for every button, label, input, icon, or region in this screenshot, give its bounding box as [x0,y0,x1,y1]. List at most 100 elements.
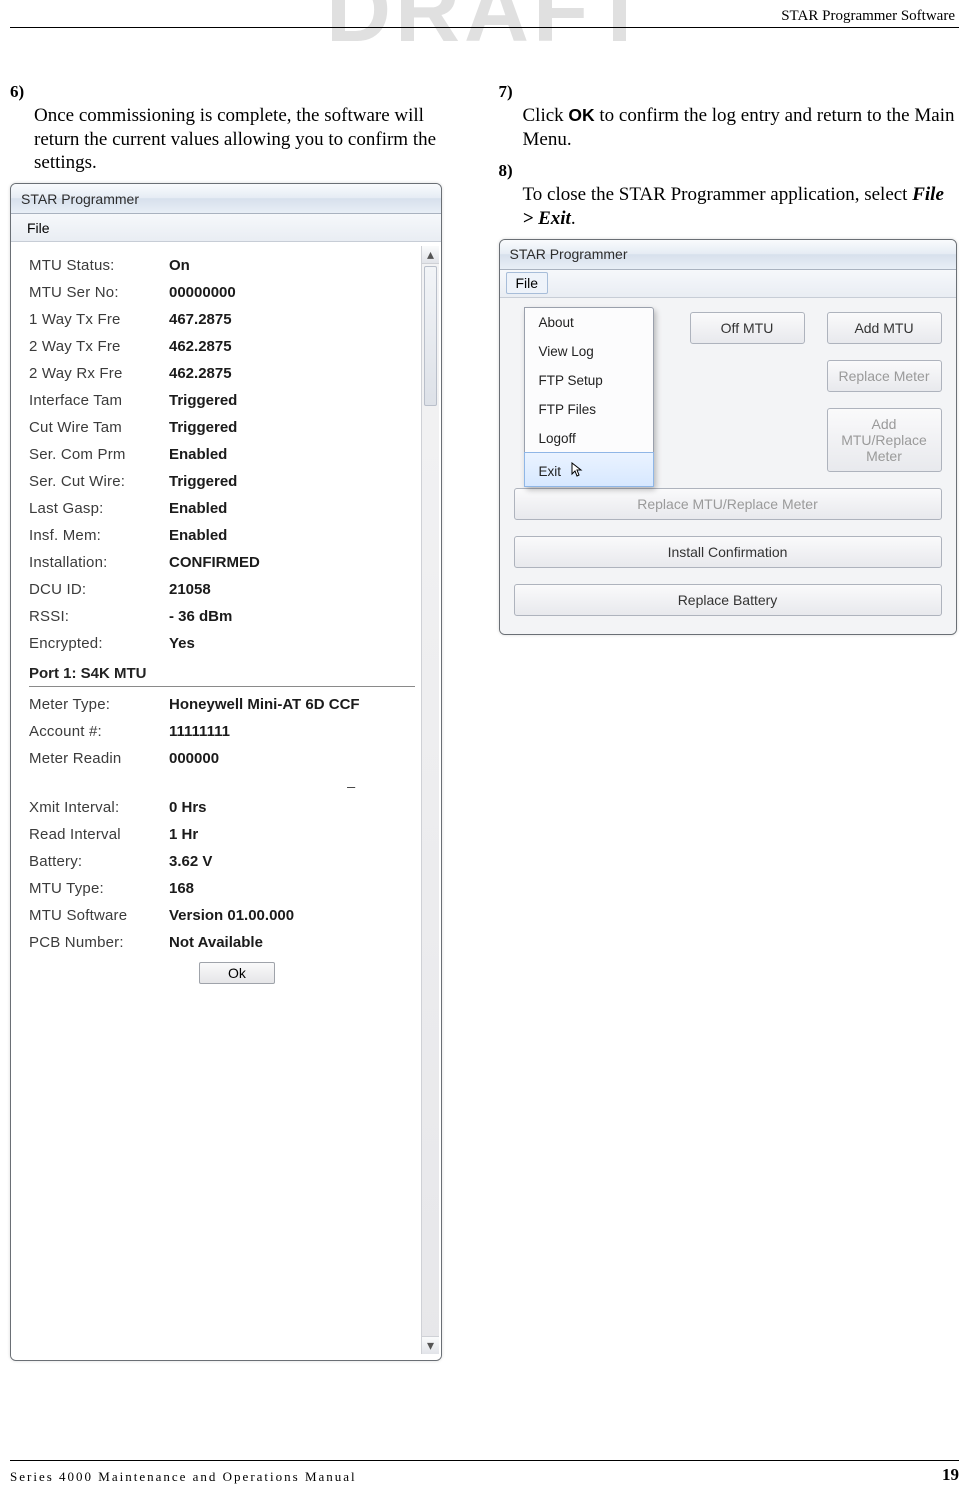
step-6-number: 6) [10,82,24,101]
status-row: Read Interval1 Hr [29,821,415,848]
status-label: Last Gasp: [29,500,169,517]
status-label: Interface Tam [29,392,169,409]
off-mtu-button[interactable]: Off MTU [690,312,805,344]
status-label: MTU Ser No: [29,284,169,301]
menu-item-ftp-files[interactable]: FTP Files [525,395,653,424]
scroll-down-button[interactable]: ▾ [422,1336,439,1354]
status-value: 11111111 [169,723,230,740]
status-row: Ser. Cut Wire:Triggered [29,468,415,495]
status-label: Ser. Com Prm [29,446,169,463]
status-label: Encrypted: [29,635,169,652]
step-8-number: 8) [499,161,513,180]
status-value: 000000 [169,750,219,767]
cursor-icon [571,462,585,481]
status-label: Ser. Cut Wire: [29,473,169,490]
add-mtu-button[interactable]: Add MTU [827,312,942,344]
replace-meter-button[interactable]: Replace Meter [827,360,942,392]
step-7-text-a: Click [523,105,569,126]
menu-item-ftp-setup[interactable]: FTP Setup [525,366,653,395]
status-label: Installation: [29,554,169,571]
status-row: Insf. Mem:Enabled [29,522,415,549]
status-value: On [169,257,190,274]
status-value: Enabled [169,527,227,544]
port-1-heading: Port 1: S4K MTU [29,657,415,687]
install-confirmation-button[interactable]: Install Confirmation [514,536,942,568]
separator-dash: _ [29,772,415,794]
menu-file-open[interactable]: File [506,272,549,294]
status-value: Triggered [169,419,237,436]
status-scroll-area: MTU Status:OnMTU Ser No:000000001 Way Tx… [11,246,439,1354]
status-row: Cut Wire TamTriggered [29,414,415,441]
status-row: MTU Ser No:00000000 [29,279,415,306]
status-row: Encrypted:Yes [29,630,415,657]
status-row: MTU Status:On [29,252,415,279]
add-mtu-replace-meter-button[interactable]: Add MTU/Replace Meter [827,408,942,472]
status-row: 1 Way Tx Fre467.2875 [29,306,415,333]
step-7: 7) Click OK to confirm the log entry and… [499,80,960,151]
status-row: MTU SoftwareVersion 01.00.000 [29,902,415,929]
status-row: Meter Readin000000 [29,745,415,772]
scroll-thumb[interactable] [424,266,437,406]
status-row: PCB Number:Not Available [29,929,415,956]
status-row: Last Gasp:Enabled [29,495,415,522]
menu-item-logoff[interactable]: Logoff [525,424,653,453]
status-row: Installation:CONFIRMED [29,549,415,576]
status-label: RSSI: [29,608,169,625]
step-8-text-a: To close the STAR Programmer application… [523,184,913,205]
window-title: STAR Programmer [510,246,628,262]
menu-bar[interactable]: File [500,270,956,298]
menu-file[interactable]: File [17,217,60,239]
status-label: Read Interval [29,826,169,843]
status-value: 00000000 [169,284,236,301]
status-value: Yes [169,635,195,652]
window-title: STAR Programmer [21,191,139,207]
menu-bar[interactable]: File [11,214,441,242]
page-header: STAR Programmer Software [10,8,959,28]
status-value: CONFIRMED [169,554,260,571]
menu-item-about[interactable]: About [525,308,653,337]
window-titlebar: STAR Programmer [11,184,441,214]
page-footer: Series 4000 Maintenance and Operations M… [10,1460,959,1485]
scroll-up-button[interactable]: ▴ [422,246,439,264]
status-label: Xmit Interval: [29,799,169,816]
step-6: 6) Once commissioning is complete, the s… [10,80,471,175]
replace-battery-button[interactable]: Replace Battery [514,584,942,616]
footer-page-number: 19 [942,1465,959,1485]
status-value: Version 01.00.000 [169,907,294,924]
status-label: PCB Number: [29,934,169,951]
status-label: MTU Status: [29,257,169,274]
status-value: 467.2875 [169,311,232,328]
step-6-text: Once commissioning is complete, the soft… [34,104,471,175]
status-value: Honeywell Mini-AT 6D CCF [169,696,360,713]
status-value: 168 [169,880,194,897]
menu-item-exit[interactable]: Exit [524,452,654,487]
status-row: RSSI:- 36 dBm [29,603,415,630]
status-row: 2 Way Rx Fre462.2875 [29,360,415,387]
status-label: 1 Way Tx Fre [29,311,169,328]
replace-mtu-replace-meter-button[interactable]: Replace MTU/Replace Meter [514,488,942,520]
ok-button[interactable]: Ok [199,962,275,984]
step-8: 8) To close the STAR Programmer applicat… [499,159,960,230]
window-titlebar: STAR Programmer [500,240,956,270]
step-7-number: 7) [499,82,513,101]
status-value: Not Available [169,934,263,951]
status-label: Battery: [29,853,169,870]
file-menu-dropdown[interactable]: About View Log FTP Setup FTP Files Logof… [524,307,654,487]
star-programmer-main-menu-window: STAR Programmer File About View Log FTP … [499,239,957,635]
step-7-ok: OK [568,105,594,125]
status-label: Meter Readin [29,750,169,767]
status-label: DCU ID: [29,581,169,598]
status-label: Meter Type: [29,696,169,713]
menu-item-view-log[interactable]: View Log [525,337,653,366]
status-row: Meter Type:Honeywell Mini-AT 6D CCF [29,691,415,718]
status-value: Triggered [169,473,237,490]
status-value: Enabled [169,446,227,463]
menu-item-exit-label: Exit [539,464,562,479]
status-label: 2 Way Tx Fre [29,338,169,355]
vertical-scrollbar[interactable]: ▴ ▾ [421,246,439,1354]
footer-manual-name: Series 4000 Maintenance and Operations M… [10,1469,357,1485]
status-value: 21058 [169,581,211,598]
status-value: 462.2875 [169,338,232,355]
status-row: 2 Way Tx Fre462.2875 [29,333,415,360]
status-row: Battery:3.62 V [29,848,415,875]
